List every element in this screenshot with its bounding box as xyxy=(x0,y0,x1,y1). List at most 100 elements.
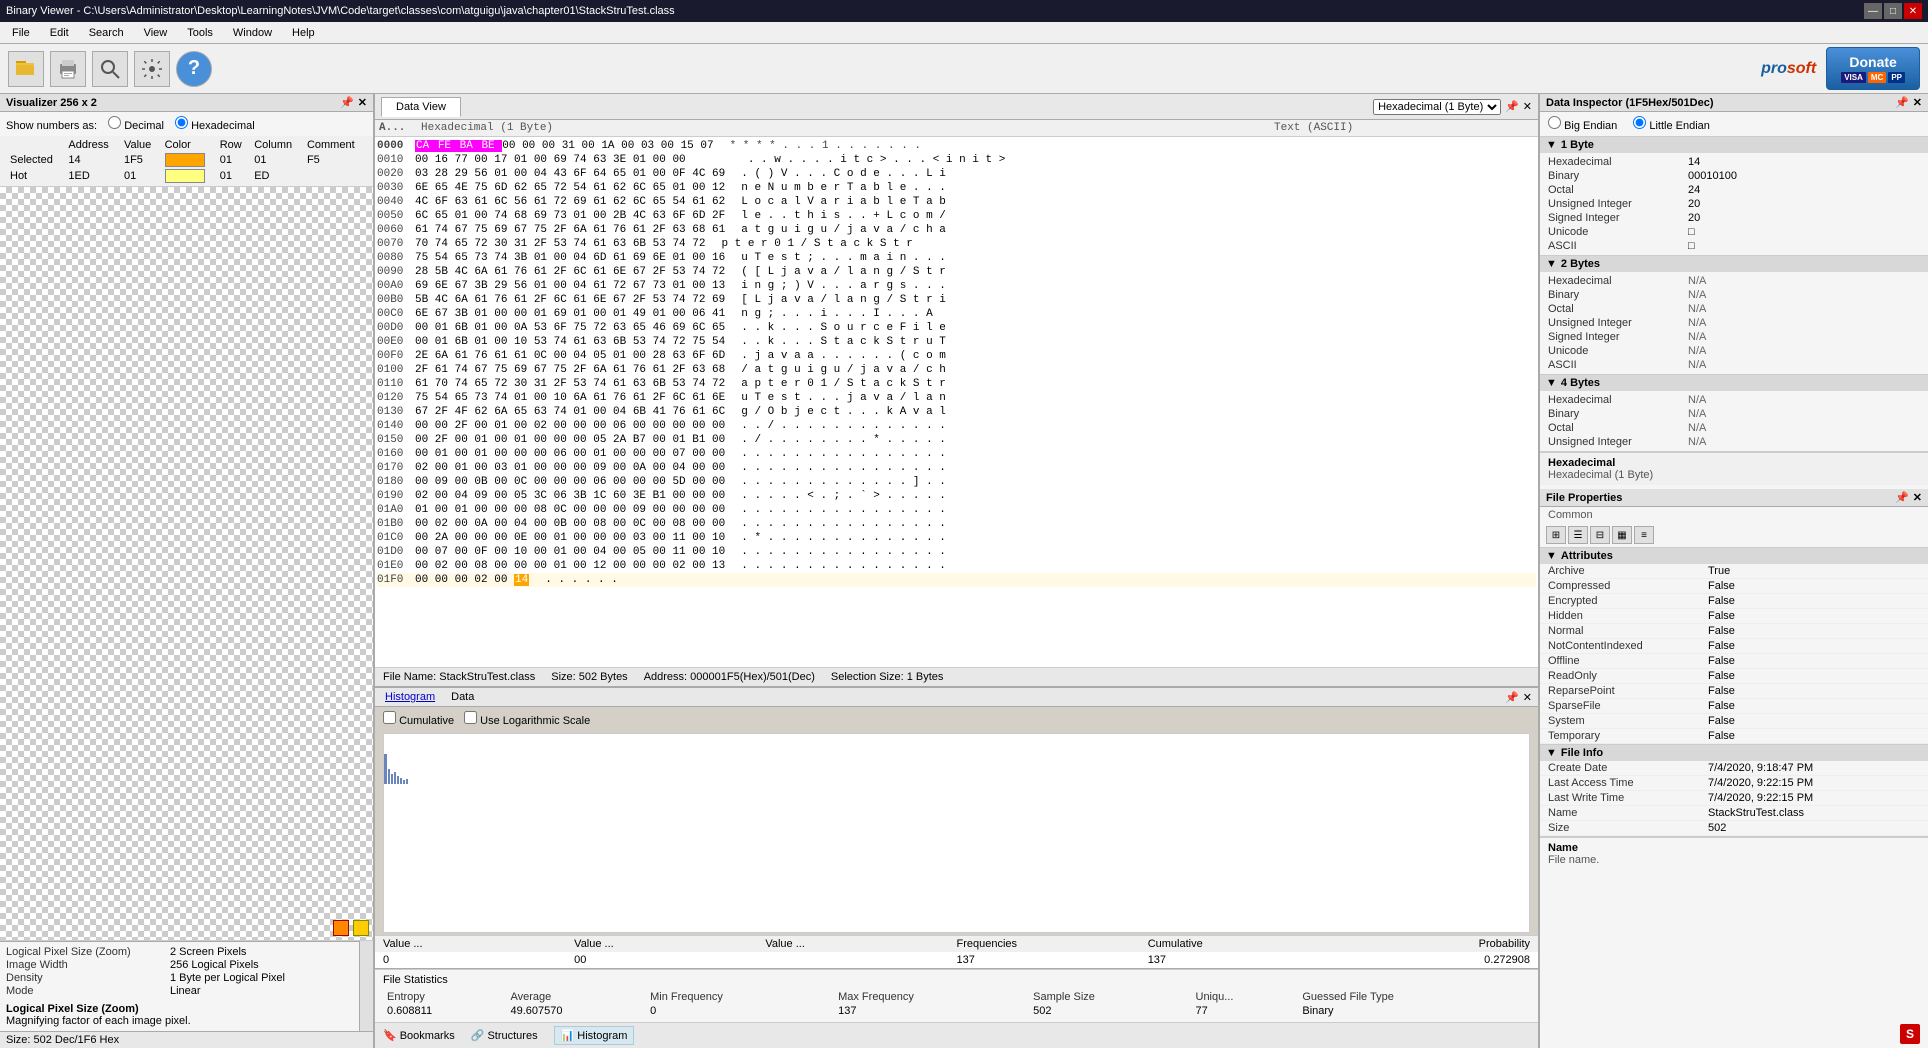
stats-val-minfreq: 0 xyxy=(646,1004,834,1018)
stats-col-unique: Uniqu... xyxy=(1192,990,1299,1004)
hex-view[interactable]: 0000 CA FE BA BE 00 00 00 31 00 1A 00 03… xyxy=(375,137,1538,667)
search-button[interactable] xyxy=(92,51,128,87)
ascii-0000: * * * * . . . 1 . . . . . . . xyxy=(730,139,921,153)
settings-button[interactable] xyxy=(134,51,170,87)
left-scrollbar[interactable] xyxy=(359,941,373,1031)
hex-bytes-0080: 75 54 65 73 74 3B 01 00 04 6D 61 69 6E 0… xyxy=(415,251,725,265)
hexadecimal-radio[interactable] xyxy=(175,116,188,129)
log-scale-label[interactable]: Use Logarithmic Scale xyxy=(464,711,590,727)
print-button[interactable] xyxy=(50,51,86,87)
props-pin[interactable]: 📌 xyxy=(1895,491,1909,504)
data-view-tab[interactable]: Data View xyxy=(381,97,461,117)
menu-tools[interactable]: Tools xyxy=(179,25,221,41)
inspector-close[interactable]: ✕ xyxy=(1913,96,1922,109)
four-bytes-header[interactable]: ▼ 4 Bytes xyxy=(1540,375,1928,391)
open-button[interactable] xyxy=(8,51,44,87)
little-endian-label[interactable]: Little Endian xyxy=(1633,116,1710,132)
decimal-radio-label[interactable]: Decimal xyxy=(108,120,167,132)
hex-bytes-00b0: 5B 4C 6A 61 76 61 2F 6C 61 6E 67 2F 53 7… xyxy=(415,293,725,307)
histogram-data-tab[interactable]: Data xyxy=(447,690,478,704)
col-val3: Value ... xyxy=(765,938,956,950)
menu-help[interactable]: Help xyxy=(284,25,323,41)
two-bytes-header[interactable]: ▼ 2 Bytes xyxy=(1540,256,1928,272)
row-addr-01a0: 01A0 xyxy=(377,503,415,517)
visualizer-close[interactable]: ✕ xyxy=(358,96,367,109)
data-view-tabs: Data View xyxy=(381,97,463,117)
props-btn-3[interactable]: ⊟ xyxy=(1590,526,1610,544)
attributes-header[interactable]: ▼ Attributes xyxy=(1540,548,1928,564)
help-button[interactable]: ? xyxy=(176,51,212,87)
menu-search[interactable]: Search xyxy=(81,25,132,41)
menu-view[interactable]: View xyxy=(136,25,176,41)
data-view-close[interactable]: ✕ xyxy=(1523,100,1532,113)
log-scale-checkbox[interactable] xyxy=(464,711,477,724)
row-2-binary: Binary N/A xyxy=(1542,288,1926,302)
menu-file[interactable]: File xyxy=(4,25,38,41)
info-create-date: Create Date 7/4/2020, 9:18:47 PM xyxy=(1540,761,1928,776)
ascii-01a0: . . . . . . . . . . . . . . . . xyxy=(741,503,946,517)
histogram-columns: Value ... Value ... Value ... Frequencie… xyxy=(375,935,1538,952)
stats-col-maxfreq: Max Frequency xyxy=(834,990,1029,1004)
decimal-radio[interactable] xyxy=(108,116,121,129)
hex-row-0120: 0120 75 54 65 73 74 01 00 10 6A 61 76 61… xyxy=(377,391,1536,405)
nav-histogram[interactable]: 📊 Histogram xyxy=(554,1026,635,1045)
data-view-pin[interactable]: 📌 xyxy=(1505,100,1519,113)
nav-bookmarks[interactable]: 🔖 Bookmarks xyxy=(383,1029,455,1042)
donate-button[interactable]: Donate VISA MC PP xyxy=(1826,47,1920,90)
big-endian-label[interactable]: Big Endian xyxy=(1548,116,1617,132)
visualizer-pin[interactable]: 📌 xyxy=(340,96,354,109)
hex-row-0160: 0160 00 01 00 01 00 00 00 06 00 01 00 00… xyxy=(377,447,1536,461)
visualizer-canvas[interactable] xyxy=(0,187,373,940)
magic-byte-be: BE xyxy=(480,140,502,152)
nav-structures[interactable]: 🔗 Structures xyxy=(471,1029,538,1042)
hot-color-box xyxy=(165,169,205,183)
little-endian-radio[interactable] xyxy=(1633,116,1646,129)
file-info-section-header[interactable]: ▼ File Info xyxy=(1540,745,1928,761)
row-header: Row xyxy=(216,138,250,152)
props-btn-list[interactable]: ≡ xyxy=(1634,526,1654,544)
hexadecimal-radio-label[interactable]: Hexadecimal xyxy=(175,120,255,132)
row-addr-01d0: 01D0 xyxy=(377,545,415,559)
inspector-pin[interactable]: 📌 xyxy=(1895,96,1909,109)
col-val2: Value ... xyxy=(574,938,765,950)
ascii-0090: ( [ L j a v a / l a n g / S t r xyxy=(741,265,946,279)
cumulative-label[interactable]: Cumulative xyxy=(383,711,454,727)
hex-bytes-0110: 61 70 74 65 72 30 31 2F 53 74 61 63 6B 5… xyxy=(415,377,725,391)
props-close[interactable]: ✕ xyxy=(1913,491,1922,504)
hex-bytes-0150: 00 2F 00 01 00 01 00 00 00 05 2A B7 00 0… xyxy=(415,433,725,447)
minimize-button[interactable]: — xyxy=(1864,3,1882,19)
menu-edit[interactable]: Edit xyxy=(42,25,77,41)
byte: 00 xyxy=(582,140,602,152)
status-bar: Size: 502 Dec/1F6 Hex xyxy=(0,1031,373,1048)
props-btn-2[interactable]: ☰ xyxy=(1568,526,1588,544)
props-btn-grid[interactable]: ▦ xyxy=(1612,526,1632,544)
four-bytes-table: Hexadecimal N/A Binary N/A Octal N/A U xyxy=(1542,393,1926,449)
ascii-0070: p t e r 0 1 / S t a c k S t r xyxy=(721,237,912,251)
row-4-octal: Octal N/A xyxy=(1542,421,1926,435)
histogram-pin[interactable]: 📌 xyxy=(1505,691,1519,704)
signed-value: 20 xyxy=(1682,211,1926,225)
byte: 00 xyxy=(502,140,522,152)
row-2-hex: Hexadecimal N/A xyxy=(1542,274,1926,288)
hex-column-header: A... Hexadecimal (1 Byte) Text (ASCII) xyxy=(375,120,1538,137)
hex-label: Hexadecimal xyxy=(1542,155,1682,169)
byte: 15 xyxy=(681,140,701,152)
props-btn-1[interactable]: ⊞ xyxy=(1546,526,1566,544)
histogram-data-row: 0 00 137 137 0.272908 xyxy=(375,952,1538,968)
one-byte-header[interactable]: ▼ 1 Byte xyxy=(1540,137,1928,153)
histogram-close[interactable]: ✕ xyxy=(1523,691,1532,704)
histogram-tab[interactable]: Histogram xyxy=(381,690,439,704)
histogram-chart-area[interactable] xyxy=(383,733,1530,933)
close-button[interactable]: ✕ xyxy=(1904,3,1922,19)
cumulative-checkbox[interactable] xyxy=(383,711,396,724)
stats-val-unique: 77 xyxy=(1192,1004,1299,1018)
menu-window[interactable]: Window xyxy=(225,25,280,41)
maximize-button[interactable]: □ xyxy=(1884,3,1902,19)
histogram-svg xyxy=(384,734,1529,784)
byte-format-select[interactable]: Hexadecimal (1 Byte) xyxy=(1373,99,1501,115)
big-endian-radio[interactable] xyxy=(1548,116,1561,129)
selected-address: 14 xyxy=(64,152,120,168)
row-addr-0190: 0190 xyxy=(377,489,415,503)
hex-bytes-01a0: 01 00 01 00 00 00 08 0C 00 00 00 09 00 0… xyxy=(415,503,725,517)
ascii-00a0: i n g ; ) V . . . a r g s . . . xyxy=(741,279,946,293)
